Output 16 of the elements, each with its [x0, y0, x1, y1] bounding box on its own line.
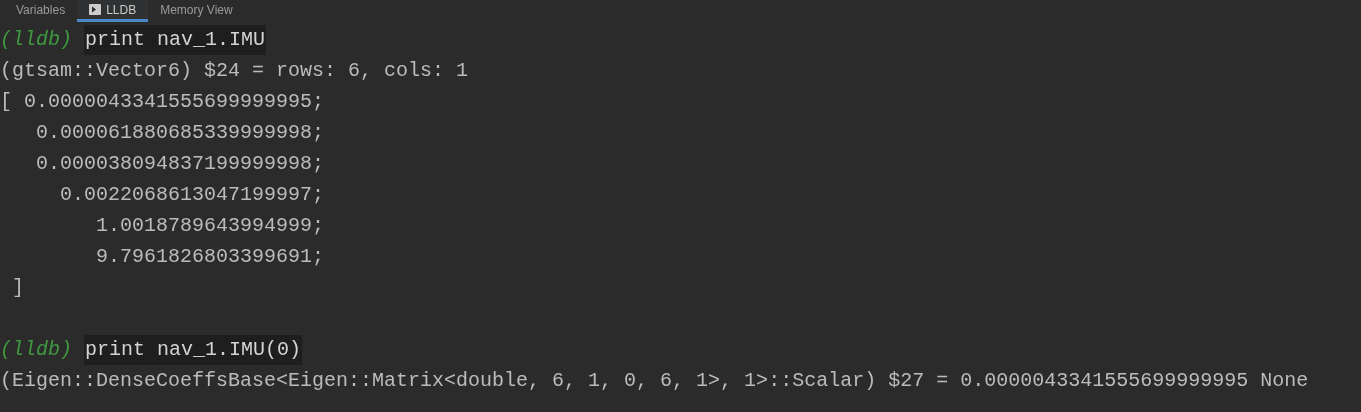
tab[interactable]: LLDB	[77, 0, 149, 22]
output-line: (gtsam::Vector6) $24 = rows: 6, cols: 1	[0, 57, 469, 84]
output-line: [ 0.0000043341555699999995;	[0, 88, 325, 115]
prompt-label: (lldb)	[0, 26, 72, 53]
command-text: print nav_1.IMU	[84, 24, 267, 55]
output-line: 0.000061880685339999998;	[35, 119, 325, 146]
output-line: (Eigen::DenseCoeffsBase<Eigen::Matrix<double, 6, 1, 0, 6, 1>, 1>::Scalar) $27 = 0.0000043341555699999995 None	[0, 367, 1309, 394]
output-line: 0.000038094837199999998;	[35, 150, 325, 177]
prompt-label: (lldb)	[0, 336, 72, 363]
output-line: ]	[11, 274, 24, 301]
output-line: 1.0018789643994999;	[95, 212, 325, 239]
tab[interactable]: Variables	[4, 0, 78, 22]
output-line: 0.0022068613047199997;	[59, 181, 325, 208]
tab[interactable]: Memory View	[148, 0, 245, 22]
command-text: print nav_1.IMU(0)	[84, 334, 303, 365]
output-line: 9.7961826803399691;	[95, 243, 325, 270]
